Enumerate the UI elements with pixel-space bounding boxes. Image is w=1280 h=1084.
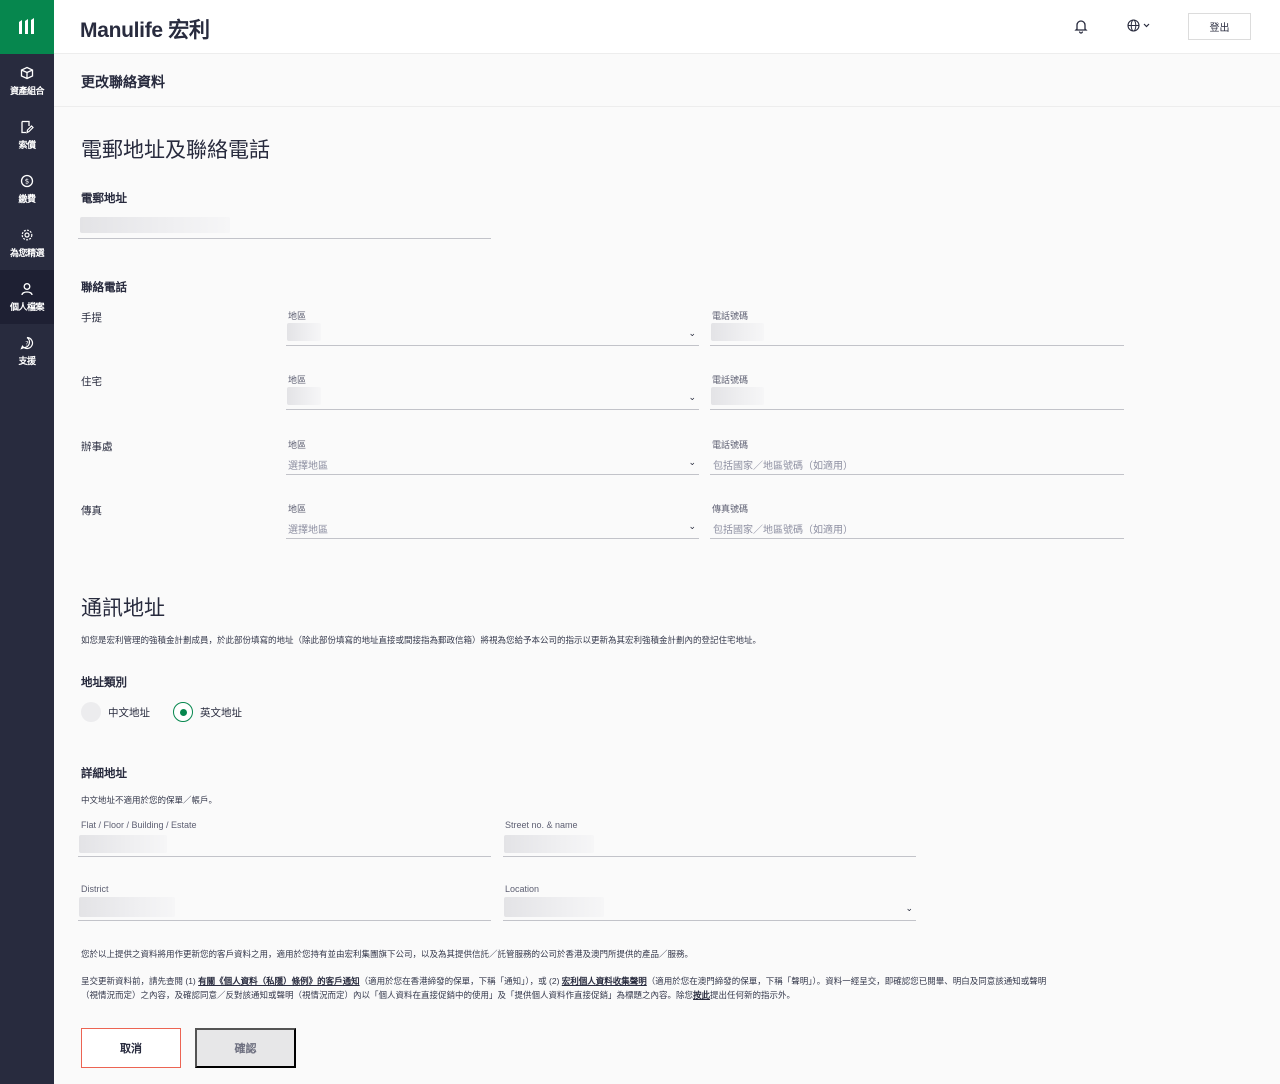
flat-value-redacted — [79, 835, 167, 853]
dollar-icon: $ — [20, 174, 34, 187]
region-value-redacted — [287, 323, 321, 341]
flat-label: Flat / Floor / Building / Estate — [81, 820, 197, 830]
sidebar-item-label: 資產組合 — [9, 85, 45, 96]
detail-address-heading: 詳細地址 — [81, 768, 127, 780]
radio-chinese-address[interactable]: 中文地址 — [81, 702, 150, 722]
contact-section-heading: 電郵地址及聯絡電話 — [81, 139, 270, 162]
district-value-redacted — [79, 897, 175, 917]
privacy-note-text: 提出任何新的指示外。 — [710, 990, 796, 1000]
click-here-link[interactable]: 按此 — [693, 990, 710, 1000]
street-value-redacted — [504, 835, 594, 853]
radio-label: 中文地址 — [108, 706, 150, 719]
brand-wordmark[interactable]: Manulife 宏利 — [80, 14, 210, 44]
row-label-fax: 傳真 — [81, 505, 102, 517]
gear-icon — [21, 229, 33, 240]
district-label: District — [81, 884, 109, 894]
chevron-down-icon: ⌄ — [688, 457, 696, 467]
chevron-down-icon — [1143, 23, 1150, 28]
sidebar: 資產組合 索償 $ 繳費 為您精選 個人檔案 ? 支援 — [0, 0, 54, 1084]
row-label-office: 辦事處 — [81, 441, 113, 453]
bell-icon[interactable] — [1073, 18, 1089, 34]
help-icon: ? — [20, 336, 34, 350]
number-value-redacted — [711, 323, 764, 341]
radio-selected — [173, 702, 193, 722]
sidebar-item-claims[interactable]: 索償 — [0, 108, 54, 162]
sidebar-item-payment[interactable]: $ 繳費 — [0, 162, 54, 216]
street-input[interactable] — [503, 831, 916, 857]
region-select-office[interactable]: 選擇地區 ⌄ — [286, 449, 699, 475]
address-type-label: 地址類別 — [81, 677, 127, 689]
privacy-note-text: 呈交更新資料前，請先查閱 (1) — [81, 976, 199, 986]
chevron-down-icon: ⌄ — [688, 392, 696, 402]
street-label: Street no. & name — [505, 820, 578, 830]
sidebar-item-picks[interactable]: 為您精選 — [0, 216, 54, 270]
radio-label: 英文地址 — [200, 706, 242, 719]
sidebar-item-label: 為您精選 — [9, 247, 45, 258]
cancel-button[interactable]: 取消 — [81, 1028, 181, 1068]
chevron-down-icon: ⌄ — [688, 521, 696, 531]
chevron-down-icon: ⌄ — [905, 903, 913, 913]
number-input-mobile[interactable] — [710, 320, 1124, 346]
box-icon — [20, 66, 34, 79]
region-placeholder-fax: 選擇地區 — [288, 525, 328, 536]
sidebar-item-label: 個人檔案 — [9, 301, 45, 312]
district-input[interactable] — [78, 895, 491, 921]
user-icon — [21, 282, 33, 295]
sidebar-item-portfolio[interactable]: 資產組合 — [0, 54, 54, 108]
phone-heading: 聯絡電話 — [81, 282, 127, 294]
radio-english-address[interactable]: 英文地址 — [173, 702, 242, 722]
detail-address-note: 中文地址不適用於您的保單／帳戶。 — [81, 795, 218, 805]
sidebar-item-label: 支援 — [18, 355, 36, 366]
data-collection-statement-link[interactable]: 宏利個人資料收集聲明 — [562, 976, 647, 986]
page-title: 更改聯絡資料 — [81, 74, 165, 90]
email-value-redacted — [80, 217, 230, 233]
manulife-logo[interactable] — [0, 0, 54, 54]
svg-text:$: $ — [25, 177, 29, 185]
sidebar-item-label: 繳費 — [18, 193, 36, 204]
radio-unselected — [81, 702, 101, 722]
number-input-office[interactable]: 包括國家／地區號碼（如適用） — [710, 449, 1124, 475]
privacy-note-text: （適用於您在香港締發的保單，下稱「通知」），或 (2) — [359, 976, 562, 986]
flat-input[interactable] — [78, 831, 491, 857]
address-description: 如您是宏利管理的強積金計劃成員，於此部份填寫的地址（除此部份填寫的地址直接或間接… — [81, 635, 762, 645]
region-placeholder-office: 選擇地區 — [288, 461, 328, 472]
region-select-fax[interactable]: 選擇地區 ⌄ — [286, 513, 699, 539]
edit-doc-icon — [21, 120, 34, 134]
location-value-redacted — [504, 897, 604, 917]
manulife-logo-icon — [19, 18, 34, 34]
location-select[interactable]: ⌄ — [503, 895, 916, 921]
number-value-redacted — [711, 387, 764, 405]
sidebar-item-profile[interactable]: 個人檔案 — [0, 270, 54, 324]
region-select-home[interactable]: ⌄ — [286, 384, 699, 410]
sidebar-item-support[interactable]: ? 支援 — [0, 324, 54, 378]
number-placeholder-fax: 包括國家／地區號碼（如適用） — [713, 525, 853, 536]
row-label-mobile: 手提 — [81, 312, 102, 324]
location-label: Location — [505, 884, 540, 894]
email-label: 電郵地址 — [81, 193, 127, 205]
address-section-heading: 通訊地址 — [81, 597, 165, 620]
svg-text:?: ? — [25, 339, 28, 347]
region-value-redacted — [287, 387, 321, 405]
top-header: Manulife 宏利 登出 — [54, 0, 1280, 54]
data-usage-note: 您於以上提供之資料將用作更新您的客戶資料之用，適用於您持有並由宏利集團旗下公司，… — [81, 949, 694, 959]
number-input-fax[interactable]: 包括國家／地區號碼（如適用） — [710, 513, 1124, 539]
email-input[interactable] — [78, 213, 491, 239]
logout-button[interactable]: 登出 — [1188, 13, 1251, 40]
confirm-button[interactable]: 確認 — [195, 1028, 296, 1068]
number-placeholder-office: 包括國家／地區號碼（如適用） — [713, 461, 853, 472]
privacy-note: 呈交更新資料前，請先查閱 (1) 有關《個人資料（私隱）條例》的客戶通知（適用於… — [81, 974, 1051, 1002]
region-select-mobile[interactable]: ⌄ — [286, 320, 699, 346]
chevron-down-icon: ⌄ — [688, 328, 696, 338]
language-selector[interactable] — [1127, 19, 1150, 32]
number-input-home[interactable] — [710, 384, 1124, 410]
globe-icon — [1127, 19, 1140, 32]
sidebar-item-label: 索償 — [18, 139, 36, 150]
page-title-bar: 更改聯絡資料 — [54, 54, 1280, 107]
privacy-notice-link[interactable]: 有關《個人資料（私隱）條例》的客戶通知 — [198, 976, 360, 986]
row-label-home: 住宅 — [81, 376, 102, 388]
